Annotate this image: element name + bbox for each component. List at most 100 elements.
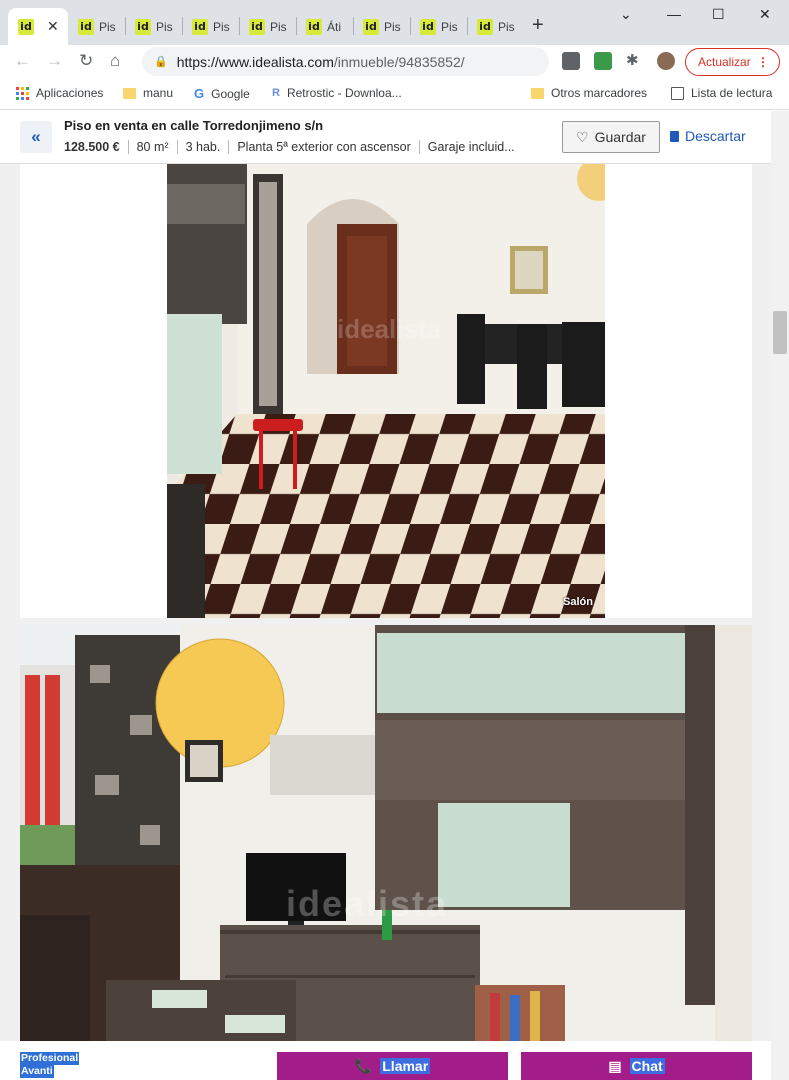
page-scrollbar[interactable] xyxy=(771,111,789,1080)
bookmark-label: Retrostic - Downloa... xyxy=(286,86,402,100)
rooms: 3 hab. xyxy=(185,140,221,154)
tab-title: Pis xyxy=(270,19,287,34)
extension-icon[interactable] xyxy=(562,52,580,70)
bookmark-google[interactable]: G Google xyxy=(194,86,250,101)
photo-label: Salón xyxy=(563,596,593,608)
bookmark-otros[interactable]: Otros marcadores xyxy=(531,86,647,100)
tab[interactable]: id Pis xyxy=(353,8,410,45)
price: 128.500 € xyxy=(64,140,120,154)
discard-label: Descartar xyxy=(685,128,746,144)
bookmark-label: manu xyxy=(143,86,174,100)
url-host: https://www.idealista.com xyxy=(176,53,334,70)
bookmark-manu[interactable]: manu xyxy=(123,86,173,100)
trash-icon xyxy=(670,130,679,142)
tab-title: Áti xyxy=(327,19,342,34)
update-label: Actualizar xyxy=(698,55,751,69)
chat-icon: ▤ xyxy=(608,1057,622,1074)
advertiser-line1: Profesional xyxy=(20,1052,80,1065)
divider xyxy=(228,140,230,154)
listing-title: Piso en venta en calle Torredonjimeno s/… xyxy=(64,118,324,133)
back-icon[interactable]: ← xyxy=(14,51,31,71)
url-path: /inmueble/94835852/ xyxy=(333,53,465,70)
google-icon: G xyxy=(194,86,205,101)
bookmark-label: Google xyxy=(211,86,250,101)
reading-list-icon xyxy=(671,86,684,100)
reload-icon[interactable]: ↻ xyxy=(79,51,93,71)
browser-toolbar: ← → ↻ ⌂ 🔒 https://www.idealista.com/inmu… xyxy=(0,45,789,78)
retrostic-icon: R xyxy=(272,87,280,99)
divider xyxy=(418,140,420,154)
photo-illustration xyxy=(20,625,752,1041)
close-window-icon[interactable]: ✕ xyxy=(759,6,771,23)
update-button[interactable]: Actualizar ⋮ xyxy=(685,48,780,76)
idealista-favicon-icon: id xyxy=(135,18,151,35)
tab-title: Pis xyxy=(213,19,230,34)
photo-watermark: idealista xyxy=(286,883,449,924)
menu-dots-icon: ⋮ xyxy=(757,55,769,69)
tab[interactable]: id Áti xyxy=(296,8,353,45)
scrollbar-thumb[interactable] xyxy=(773,311,787,354)
bookmarks-bar: Aplicaciones manu G Google R Retrostic -… xyxy=(0,78,789,110)
tab[interactable]: id Pis xyxy=(125,8,182,45)
tab[interactable]: id Pis xyxy=(467,8,524,45)
browser-window: id ✕ id Pis id Pis id Pis id Pis id Áti … xyxy=(0,0,789,1080)
tab[interactable]: id Pis xyxy=(68,8,125,45)
address-bar[interactable]: 🔒 https://www.idealista.com/inmueble/948… xyxy=(142,47,549,76)
maximize-icon[interactable]: ☐ xyxy=(712,6,725,23)
home-icon[interactable]: ⌂ xyxy=(110,51,120,71)
contact-bar: Profesional Avanti 📞 Llamar ▤ Chat xyxy=(0,1041,771,1080)
lock-icon: 🔒 xyxy=(154,56,168,68)
minimize-icon[interactable]: — xyxy=(667,6,681,22)
photo-illustration xyxy=(167,164,605,618)
advertiser-name: Profesional Avanti xyxy=(20,1052,80,1078)
extensions-puzzle-icon[interactable]: ✱ xyxy=(626,51,639,69)
idealista-favicon-icon: id xyxy=(306,18,322,35)
save-button[interactable]: ♡ Guardar xyxy=(562,121,660,153)
surface: 80 m² xyxy=(136,140,169,154)
bookmark-reading-list[interactable]: Lista de lectura xyxy=(671,86,772,100)
tab-active[interactable]: id ✕ xyxy=(8,8,68,45)
chat-button[interactable]: ▤ Chat xyxy=(521,1052,752,1080)
tab[interactable]: id Pis xyxy=(410,8,467,45)
bookmark-label: Lista de lectura xyxy=(691,86,773,100)
bookmark-label: Otros marcadores xyxy=(551,86,648,100)
tab[interactable]: id Pis xyxy=(182,8,239,45)
tab-title: Pis xyxy=(99,19,116,34)
idealista-favicon-icon: id xyxy=(420,18,436,35)
apps-grid-icon xyxy=(16,86,29,100)
tab-close-icon[interactable]: ✕ xyxy=(47,18,59,35)
tab-search-icon[interactable]: ⌄ xyxy=(620,6,632,23)
photo-watermark: idealista xyxy=(337,314,442,344)
call-label: Llamar xyxy=(380,1058,431,1074)
idealista-favicon-icon: id xyxy=(18,18,34,35)
profile-avatar[interactable] xyxy=(657,52,675,70)
idealista-favicon-icon: id xyxy=(477,18,493,35)
tab-strip: id ✕ id Pis id Pis id Pis id Pis id Áti … xyxy=(0,0,789,45)
idealista-favicon-icon: id xyxy=(192,18,208,35)
page-viewport: « Piso en venta en calle Torredonjimeno … xyxy=(0,111,771,1080)
phone-icon: 📞 xyxy=(354,1057,373,1074)
listing-photo-living-room[interactable]: idealista xyxy=(20,625,752,1041)
bookmark-retrostic[interactable]: R Retrostic - Downloa... xyxy=(272,86,402,100)
listing-facts: 128.500 € 80 m² 3 hab. Planta 5ª exterio… xyxy=(64,140,515,154)
new-tab-icon[interactable]: + xyxy=(532,14,544,37)
extension-icon[interactable] xyxy=(594,52,612,70)
tab[interactable]: id Pis xyxy=(239,8,296,45)
advertiser-line2: Avanti xyxy=(20,1065,54,1078)
tab-title: Pis xyxy=(384,19,401,34)
forward-icon[interactable]: → xyxy=(46,51,63,71)
idealista-favicon-icon: id xyxy=(363,18,379,35)
back-to-list-button[interactable]: « xyxy=(20,121,52,153)
folder-icon xyxy=(531,87,544,99)
discard-button[interactable]: Descartar xyxy=(670,128,746,144)
call-button[interactable]: 📞 Llamar xyxy=(277,1052,508,1080)
listing-photo-salon[interactable]: idealista Salón xyxy=(167,164,605,618)
idealista-favicon-icon: id xyxy=(78,18,94,35)
save-label: Guardar xyxy=(594,129,646,145)
listing-sticky-header: « Piso en venta en calle Torredonjimeno … xyxy=(0,111,771,164)
bookmark-apps[interactable]: Aplicaciones xyxy=(16,86,103,100)
tab-title: Pis xyxy=(156,19,173,34)
divider xyxy=(176,140,178,154)
bookmark-label: Aplicaciones xyxy=(36,86,104,100)
garage: Garaje incluid... xyxy=(427,140,515,154)
